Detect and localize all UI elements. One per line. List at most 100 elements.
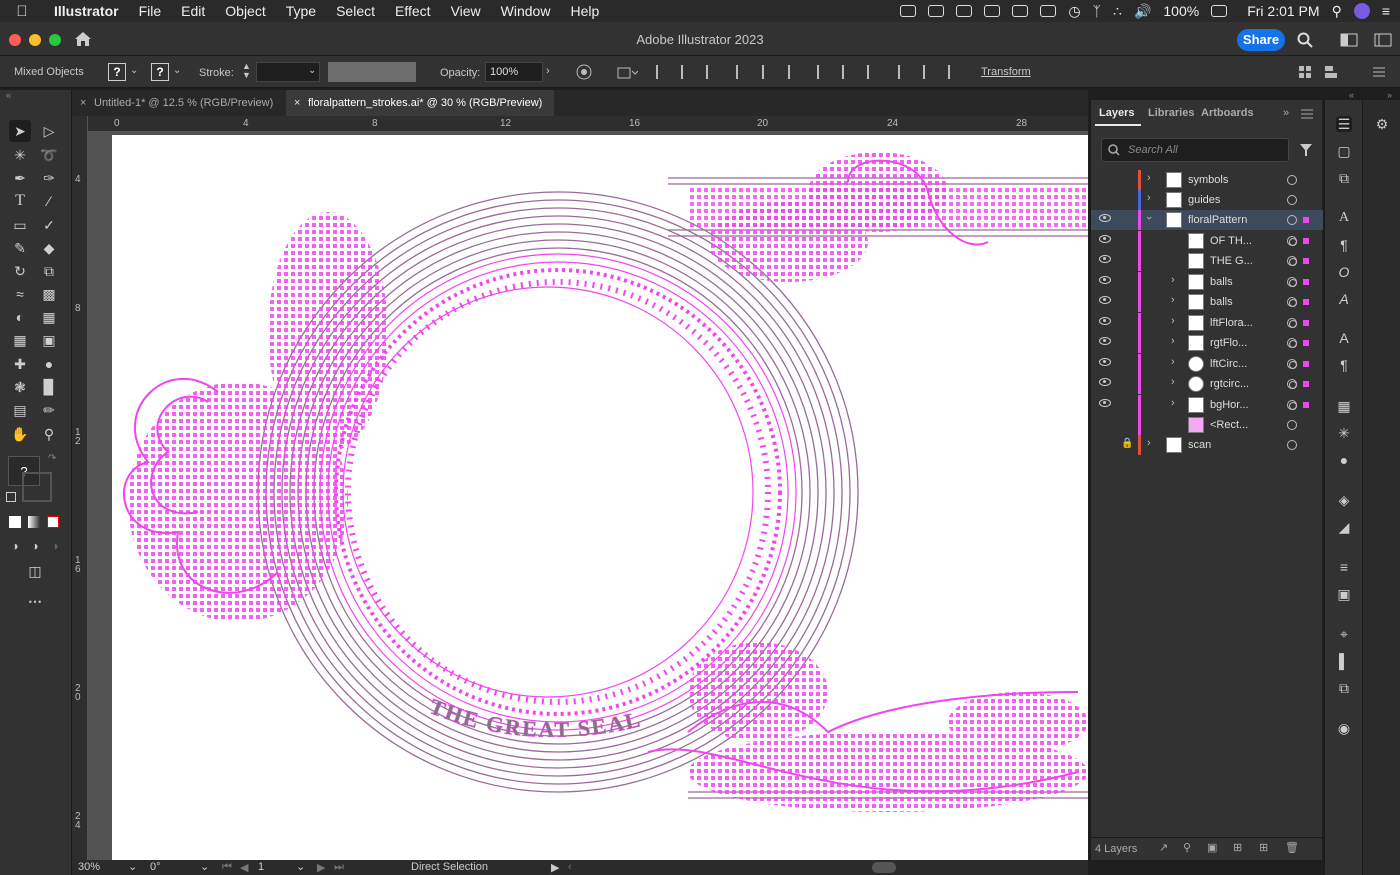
default-fill-stroke-icon[interactable] xyxy=(6,492,16,502)
artboard-chevron-icon[interactable]: ⌄ xyxy=(296,860,305,873)
expand-panel-icon[interactable]: » xyxy=(1283,107,1289,119)
variable-width-profile[interactable] xyxy=(328,62,416,82)
layer-name[interactable]: rgtcirc... xyxy=(1210,378,1249,390)
draw-behind-icon[interactable]: ◑ xyxy=(24,535,46,557)
visibility-eye-icon[interactable] xyxy=(1099,214,1111,222)
next-artboard-icon[interactable]: ▶ xyxy=(317,861,325,874)
panel-menu-icon[interactable] xyxy=(1301,109,1313,119)
selection-indicator[interactable] xyxy=(1303,258,1309,264)
pen-tool-icon[interactable]: ✒ xyxy=(9,167,31,189)
workspace-switcher-icon[interactable] xyxy=(1374,33,1392,47)
edit-toolbar-icon[interactable]: ⋯ xyxy=(24,590,46,612)
target-icon[interactable] xyxy=(1287,420,1297,430)
selection-indicator[interactable] xyxy=(1303,381,1309,387)
perspective-grid-tool-icon[interactable]: ▦ xyxy=(38,306,60,328)
creative-cloud-icon[interactable] xyxy=(900,5,917,17)
menu-file[interactable]: File xyxy=(129,3,172,19)
visibility-eye-icon[interactable] xyxy=(1099,337,1111,345)
layer-row-sublayer[interactable]: › lftFlora... xyxy=(1091,313,1323,333)
apple-icon[interactable]:  xyxy=(0,3,44,20)
search-icon[interactable] xyxy=(1297,32,1313,48)
layer-row-guides[interactable]: › guides xyxy=(1091,190,1323,210)
stroke-panel-icon[interactable]: ≡ xyxy=(1336,559,1352,575)
brushes-panel-icon[interactable]: ✳ xyxy=(1336,425,1352,441)
rotation-chevron-icon[interactable]: ⌄ xyxy=(200,860,209,873)
target-icon[interactable] xyxy=(1287,338,1297,348)
paintbrush-tool-icon[interactable]: ✓ xyxy=(38,214,60,236)
stroke-swatch[interactable]: ? xyxy=(151,63,169,81)
expand-chevron-icon[interactable]: › xyxy=(1171,397,1175,409)
character-panel-icon[interactable]: A xyxy=(1336,210,1352,226)
selection-indicator[interactable] xyxy=(1303,299,1309,305)
document-tab-untitled[interactable]: × Untitled-1* @ 12.5 % (RGB/Preview) xyxy=(72,90,284,116)
expand-chevron-icon[interactable]: › xyxy=(1171,315,1175,327)
expand-chevron-icon[interactable]: › xyxy=(1171,335,1175,347)
layers-search-input[interactable]: Search All xyxy=(1101,138,1289,162)
layer-row-sublayer[interactable]: <Rect... xyxy=(1091,415,1323,435)
visibility-eye-icon[interactable] xyxy=(1099,317,1111,325)
floral-artwork[interactable]: THE GREAT SEAL xyxy=(88,132,1088,860)
opentype-panel-icon[interactable]: O xyxy=(1336,264,1352,280)
distribute-left-icon[interactable] xyxy=(898,65,912,79)
expand-chevron-icon[interactable]: › xyxy=(1171,294,1175,306)
target-icon[interactable] xyxy=(1287,400,1297,410)
spotlight-search-icon[interactable]: ⚲ xyxy=(1332,3,1342,20)
distribute-right-icon[interactable] xyxy=(948,65,962,79)
vertical-ruler[interactable]: 4 8 12 16 20 24 xyxy=(72,116,88,860)
locate-object-icon[interactable]: ⚲ xyxy=(1183,841,1191,854)
gradient-tool-icon[interactable]: ▣ xyxy=(38,329,60,351)
visibility-eye-icon[interactable] xyxy=(1099,399,1111,407)
clipping-mask-icon[interactable]: ▣ xyxy=(1207,841,1217,854)
target-icon[interactable] xyxy=(1287,195,1297,205)
status-menu-arrow-icon[interactable]: ▶ xyxy=(551,861,559,874)
align-panel-icon[interactable]: ▌ xyxy=(1336,653,1352,669)
paragraph-panel-icon[interactable]: ¶ xyxy=(1336,237,1352,253)
tab-artboards[interactable]: Artboards xyxy=(1201,107,1254,119)
new-sublayer-icon[interactable]: ⊞ xyxy=(1233,841,1242,854)
rectangle-tool-icon[interactable]: ▭ xyxy=(9,214,31,236)
selection-indicator[interactable] xyxy=(1303,279,1309,285)
layer-name[interactable]: lftCirc... xyxy=(1210,358,1247,370)
selection-indicator[interactable] xyxy=(1303,238,1309,244)
isolate-group-icon[interactable] xyxy=(1298,65,1312,79)
layer-row-sublayer[interactable]: › rgtFlo... xyxy=(1091,333,1323,353)
none-mode-icon[interactable] xyxy=(47,516,59,528)
layer-row-sublayer[interactable]: › lftCirc... xyxy=(1091,354,1323,374)
appearance-panel-icon[interactable]: ◉ xyxy=(1336,720,1352,736)
arrange-documents-icon[interactable] xyxy=(1340,33,1358,47)
siri-icon[interactable] xyxy=(1353,3,1370,19)
type-tool-icon[interactable]: T xyxy=(9,190,31,212)
layer-row-sublayer[interactable]: OF TH... xyxy=(1091,231,1323,251)
target-icon[interactable] xyxy=(1287,440,1297,450)
sync-icon[interactable] xyxy=(984,5,1001,17)
tab-libraries[interactable]: Libraries xyxy=(1148,107,1194,119)
transform-link[interactable]: Transform xyxy=(981,66,1031,78)
distribute-vertical-center-icon[interactable] xyxy=(842,65,856,79)
layer-row-symbols[interactable]: › symbols xyxy=(1091,170,1323,190)
delete-layer-icon[interactable]: 🗑 xyxy=(1285,841,1299,854)
gradient-panel-icon[interactable]: ▣ xyxy=(1336,586,1352,602)
blend-tool-icon[interactable]: ● xyxy=(38,353,60,375)
visibility-eye-icon[interactable] xyxy=(1099,296,1111,304)
color-panel-icon[interactable]: ◈ xyxy=(1336,492,1352,508)
upload-icon[interactable] xyxy=(1012,5,1029,17)
layer-name[interactable]: balls xyxy=(1210,296,1233,308)
eyedropper-tool-icon[interactable]: ✚ xyxy=(9,353,31,375)
menu-edit[interactable]: Edit xyxy=(171,3,215,19)
visibility-eye-icon[interactable] xyxy=(1099,235,1111,243)
symbol-sprayer-tool-icon[interactable]: ❃ xyxy=(9,376,31,398)
target-icon[interactable] xyxy=(1287,256,1297,266)
target-icon[interactable] xyxy=(1287,297,1297,307)
menu-view[interactable]: View xyxy=(441,3,491,19)
drive-icon[interactable] xyxy=(956,5,973,17)
control-bar-menu-icon[interactable] xyxy=(1372,65,1386,79)
layer-name[interactable]: floralPattern xyxy=(1188,214,1247,226)
lasso-tool-icon[interactable]: ➰ xyxy=(38,144,60,166)
visibility-eye-icon[interactable] xyxy=(1099,276,1111,284)
swap-fill-stroke-icon[interactable]: ↷ xyxy=(48,453,56,464)
artboard-number[interactable]: 1 xyxy=(258,861,264,873)
layer-name[interactable]: <Rect... xyxy=(1210,419,1248,431)
width-tool-icon[interactable]: ≈ xyxy=(9,283,31,305)
menu-type[interactable]: Type xyxy=(276,3,326,19)
free-transform-tool-icon[interactable]: ▩ xyxy=(38,283,60,305)
